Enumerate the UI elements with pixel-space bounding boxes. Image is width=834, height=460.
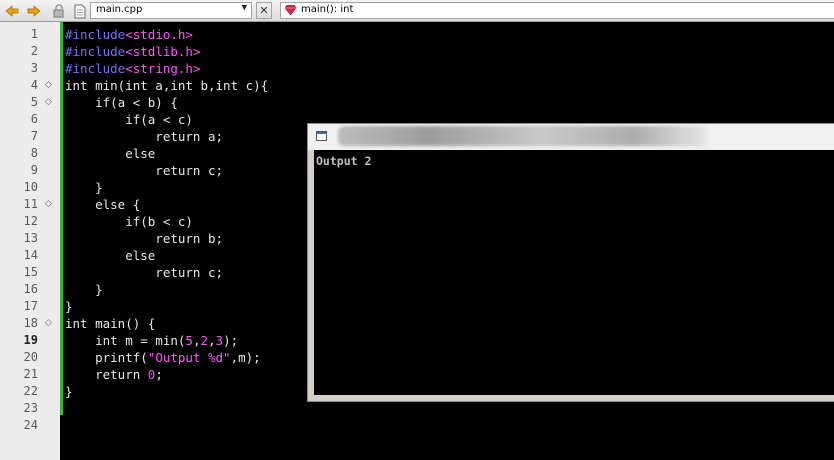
fold-toggle-icon[interactable]: ◇ <box>45 199 52 209</box>
line-number: 9 <box>30 163 38 177</box>
code-line[interactable]: else <box>65 248 155 263</box>
line-number: 6 <box>30 112 38 126</box>
ruby-gem-icon <box>285 5 296 15</box>
code-line[interactable]: } <box>65 299 73 314</box>
line-number: 22 <box>23 384 38 398</box>
code-line[interactable]: if(b < c) <box>65 214 193 229</box>
file-selector-label: main.cpp <box>96 4 143 15</box>
code-line[interactable]: if(a < c) <box>65 112 193 127</box>
code-line[interactable]: int m = min(5,2,3); <box>65 333 238 348</box>
line-number: 4 <box>30 78 38 92</box>
file-selector[interactable]: main.cpp ▼ <box>90 2 252 19</box>
line-number: 2 <box>30 44 38 58</box>
line-number: 5 <box>30 95 38 109</box>
console-window-icon <box>316 131 327 141</box>
line-number: 24 <box>23 418 38 432</box>
fold-toggle-icon[interactable]: ◇ <box>45 97 52 107</box>
line-number: 12 <box>23 214 38 228</box>
line-number: 21 <box>23 367 38 381</box>
code-line[interactable]: int min(int a,int b,int c){ <box>65 78 268 93</box>
fold-toggle-icon[interactable]: ◇ <box>45 80 52 90</box>
line-number: 11 <box>23 197 38 211</box>
code-line[interactable]: int main() { <box>65 316 155 331</box>
code-line[interactable]: } <box>65 282 103 297</box>
editor-toolbar: main.cpp ▼ ✕ main(): int <box>0 0 834 22</box>
line-number: 20 <box>23 350 38 364</box>
dropdown-caret-icon[interactable]: ▼ <box>242 3 247 13</box>
line-number: 13 <box>23 231 38 245</box>
file-icon <box>72 3 88 19</box>
line-number: 7 <box>30 129 38 143</box>
line-number: 18 <box>23 316 38 330</box>
code-line[interactable]: return b; <box>65 231 223 246</box>
code-line[interactable]: #include<stdlib.h> <box>65 44 200 59</box>
code-line[interactable]: return a; <box>65 129 223 144</box>
line-number: 14 <box>23 248 38 262</box>
line-number: 15 <box>23 265 38 279</box>
line-number: 3 <box>30 61 38 75</box>
line-number: 23 <box>23 401 38 415</box>
console-titlebar[interactable] <box>308 124 834 150</box>
lock-icon[interactable] <box>51 3 67 19</box>
code-line[interactable]: else { <box>65 197 140 212</box>
line-number: 19 <box>23 333 38 347</box>
line-number: 8 <box>30 146 38 160</box>
code-line[interactable]: #include<stdio.h> <box>65 27 193 42</box>
code-line[interactable]: else <box>65 146 155 161</box>
fold-toggle-icon[interactable]: ◇ <box>45 318 52 328</box>
console-window[interactable]: Output 2 <box>307 123 834 402</box>
code-line[interactable]: return 0; <box>65 367 163 382</box>
code-line[interactable]: return c; <box>65 265 223 280</box>
function-selector[interactable]: main(): int <box>280 2 834 19</box>
code-line[interactable]: } <box>65 180 103 195</box>
blurred-window-title <box>338 126 708 146</box>
code-line[interactable]: if(a < b) { <box>65 95 178 110</box>
line-number-gutter[interactable]: 1 2 3 4 ◇ 5 ◇ 6 7 8 9 10 11 ◇ 12 13 14 15 16 17 18 ◇ 19 20 21 22 2… <box>0 22 60 460</box>
code-line[interactable]: } <box>65 384 73 399</box>
console-output: Output 2 <box>316 154 372 168</box>
line-number: 16 <box>23 282 38 296</box>
back-arrow-icon[interactable] <box>4 3 20 19</box>
line-number: 17 <box>23 299 38 313</box>
close-icon: ✕ <box>259 4 269 17</box>
line-number: 1 <box>30 27 38 41</box>
forward-arrow-icon[interactable] <box>26 3 42 19</box>
code-line[interactable]: printf("Output %d",m); <box>65 350 261 365</box>
code-line[interactable]: #include<string.h> <box>65 61 200 76</box>
line-number: 10 <box>23 180 38 194</box>
close-file-button[interactable]: ✕ <box>256 2 272 19</box>
code-line[interactable]: return c; <box>65 163 223 178</box>
function-selector-label: main(): int <box>301 4 354 15</box>
console-screen[interactable]: Output 2 <box>314 150 834 395</box>
